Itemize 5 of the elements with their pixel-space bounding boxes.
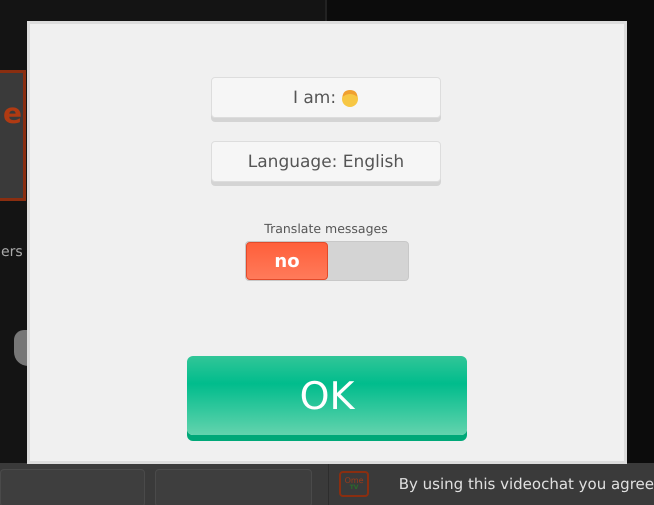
translate-label: Translate messages: [263, 221, 389, 236]
caption-text: ers: [1, 245, 23, 259]
notice-text: By using this videochat you agree: [398, 475, 654, 493]
person-icon: [341, 88, 360, 108]
logo-text: e: [3, 100, 22, 128]
